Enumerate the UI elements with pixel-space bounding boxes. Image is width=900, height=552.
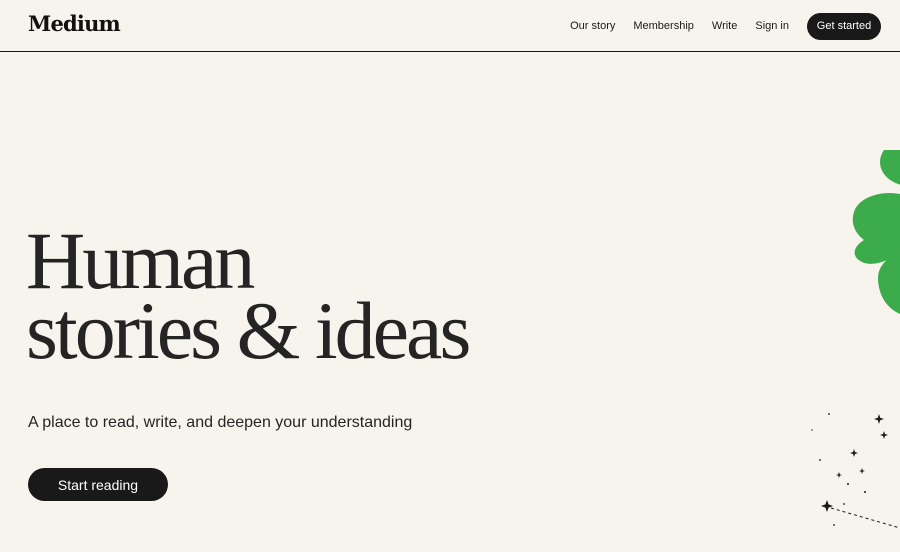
top-bar: Medium Our story Membership Write Sign i… — [0, 0, 900, 52]
hero-subtitle: A place to read, write, and deepen your … — [28, 414, 413, 431]
clover-illustration — [852, 150, 900, 314]
hero-title-line-2: stories & ideas — [26, 285, 471, 376]
nav-our-story[interactable]: Our story — [570, 20, 615, 32]
sparkle-trail — [830, 507, 900, 529]
top-nav: Our story Membership Write Sign in Get s… — [570, 0, 881, 52]
hero-title: Human stories & ideas — [26, 220, 471, 376]
nav-sign-in[interactable]: Sign in — [755, 20, 789, 32]
sparkle-stars — [811, 413, 888, 526]
get-started-button[interactable]: Get started — [807, 12, 881, 40]
nav-membership[interactable]: Membership — [633, 20, 694, 32]
medium-logo[interactable]: Medium — [28, 11, 121, 36]
nav-write[interactable]: Write — [712, 20, 737, 32]
clover-shape — [852, 150, 900, 314]
start-reading-button[interactable]: Start reading — [28, 468, 168, 501]
sparkles-illustration — [811, 413, 900, 529]
